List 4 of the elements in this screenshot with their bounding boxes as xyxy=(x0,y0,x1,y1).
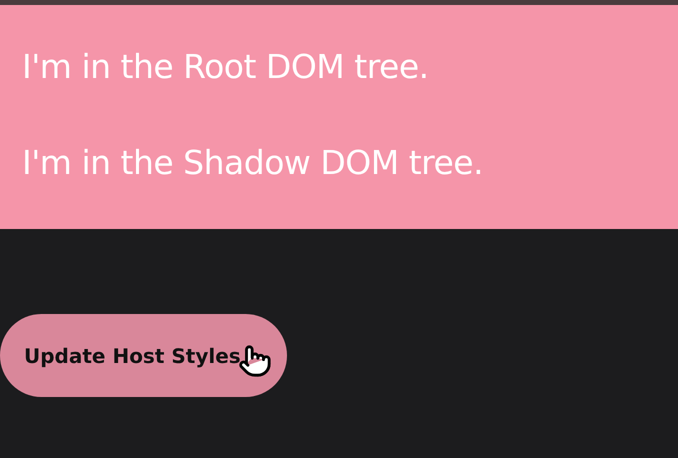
paragraph: I'm in the Root DOM tree. xyxy=(22,47,430,87)
hand-cursor-icon xyxy=(238,344,272,378)
paragraph: I'm in the Shadow DOM tree. xyxy=(22,143,484,183)
update-button[interactable]: Update Host Styles xyxy=(0,314,287,397)
